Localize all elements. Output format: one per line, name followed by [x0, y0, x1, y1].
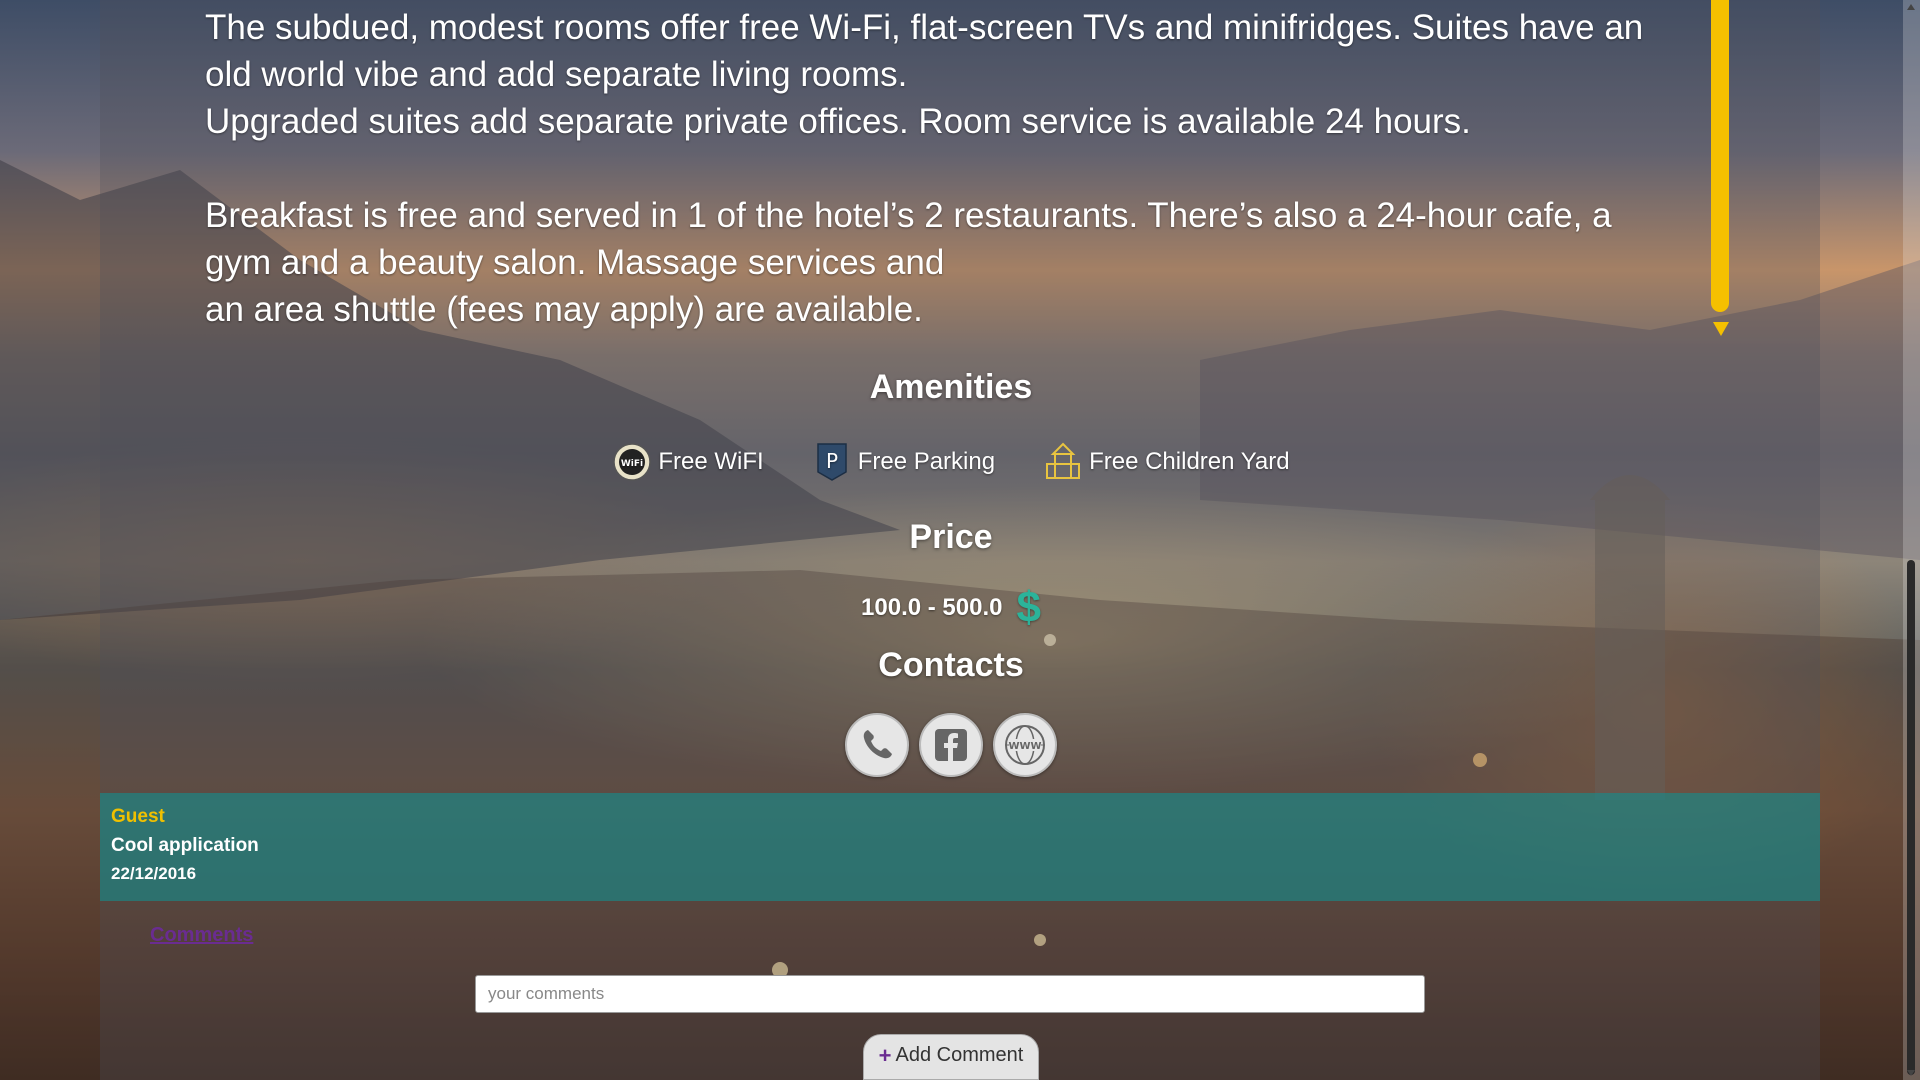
comment-date: 22/12/2016 [111, 864, 197, 883]
amenity-label: Free WiFI [658, 448, 764, 475]
description-line: Upgraded suites add separate private off… [205, 102, 1471, 141]
comments-link[interactable]: Comments [150, 924, 253, 947]
plus-icon: + [878, 1042, 892, 1068]
phone-button[interactable] [845, 713, 909, 777]
svg-text:P: P [826, 449, 838, 473]
comment-input[interactable] [475, 975, 1425, 1013]
dollar-icon: $ [1016, 583, 1041, 632]
contacts-title: Contacts [878, 646, 1024, 684]
amenity-label: Free Children Yard [1089, 448, 1290, 475]
scroll-up-icon[interactable] [1907, 4, 1915, 10]
scroll-down-arrow-icon[interactable] [1713, 322, 1729, 336]
svg-text:WiFi: WiFi [621, 459, 643, 469]
add-comment-button[interactable]: + Add Comment [863, 1034, 1039, 1080]
window-scrollbar[interactable] [1903, 0, 1920, 1080]
amenities-title: Amenities [869, 368, 1033, 406]
description-line: an area shuttle (fees may apply) are ava… [205, 290, 923, 329]
price-title: Price [909, 518, 993, 556]
contacts-buttons: WWW [0, 713, 1902, 777]
comment-item: Guest Cool application 22/12/2016 [100, 793, 1820, 901]
add-comment-label: Add Comment [895, 1044, 1024, 1066]
price-range-row: 100.0 - 500.0 $ [0, 586, 1902, 630]
amenity-label: Free Parking [857, 448, 996, 475]
website-button[interactable]: WWW [993, 713, 1057, 777]
description-line: The subdued, modest rooms offer free Wi-… [205, 8, 1644, 94]
description-line: Breakfast is free and served in 1 of the… [205, 196, 1612, 282]
www-icon: WWW [1005, 725, 1045, 765]
phone-icon [863, 730, 892, 759]
scroll-down-icon[interactable] [1907, 1070, 1915, 1076]
amenity-parking: P Free Parking [812, 442, 995, 482]
svg-text:WWW: WWW [1008, 741, 1041, 752]
hotel-description: The subdued, modest rooms offer free Wi-… [205, 4, 1675, 333]
comment-text: Cool application [111, 835, 259, 856]
amenities-list: WiFi Free WiFI P Free Parking Free Child… [0, 442, 1902, 482]
amenity-wifi: WiFi Free WiFI [612, 442, 764, 482]
comment-author: Guest [111, 806, 165, 827]
parking-icon: P [812, 442, 852, 482]
amenity-children-yard: Free Children Yard [1043, 442, 1290, 482]
price-range: 100.0 - 500.0 [861, 594, 1003, 621]
playground-icon [1043, 442, 1083, 482]
wifi-icon: WiFi [612, 442, 652, 482]
facebook-button[interactable] [919, 713, 983, 777]
description-scroll-bar[interactable] [1711, 0, 1729, 312]
scrollbar-thumb[interactable] [1907, 560, 1915, 1075]
facebook-icon [935, 729, 967, 761]
